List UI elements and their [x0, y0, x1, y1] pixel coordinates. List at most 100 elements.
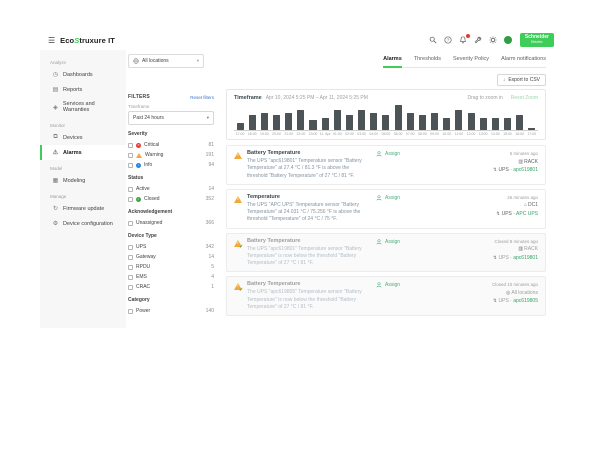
tab-alarms[interactable]: Alarms — [383, 56, 402, 64]
checkbox[interactable] — [128, 221, 133, 226]
hamburger-menu-icon[interactable]: ☰ — [48, 36, 55, 45]
chart-bar — [297, 110, 304, 130]
timeframe-title: Timeframe — [234, 95, 262, 101]
checkbox[interactable] — [128, 143, 133, 148]
filter-group-label: Category — [128, 297, 214, 303]
checkbox[interactable] — [128, 153, 133, 158]
alarm-description: The UPS "apc619801" Temperature sensor "… — [247, 246, 376, 268]
chart-bar — [480, 118, 487, 131]
chart-bar-slot — [526, 105, 538, 130]
assign-button[interactable]: Assign — [376, 150, 438, 157]
alarm-card[interactable]: !✓Battery TemperatureThe UPS "apc619801"… — [226, 233, 546, 273]
chart-bar-slot — [380, 105, 392, 130]
alarm-card[interactable]: !✓Battery TemperatureThe UPS "apc619805"… — [226, 276, 546, 316]
sidebar-section-label: Analyze — [50, 60, 126, 65]
person-icon — [376, 239, 382, 245]
x-axis-tick-label: 19:00 — [258, 132, 270, 136]
chart-bar — [528, 128, 535, 131]
sidebar-item-alarms[interactable]: ⚠Alarms — [40, 145, 126, 160]
sidebar-item-label: Reports — [63, 87, 82, 93]
alarm-description: The UPS "apc619805" Temperature sensor "… — [247, 289, 376, 311]
alarm-location[interactable]: ▥RACK — [438, 158, 538, 167]
export-csv-button[interactable]: ↓ Export to CSV — [497, 74, 546, 86]
checkbox[interactable] — [128, 245, 133, 250]
warning-icon — [136, 153, 142, 158]
device-link[interactable]: apc619805 — [513, 298, 538, 304]
tab-alarm-notifications[interactable]: Alarm notifications — [501, 56, 546, 64]
reset-zoom-button[interactable]: Reset Zoom — [511, 95, 538, 101]
reports-icon: ▤ — [52, 86, 59, 93]
checkbox[interactable] — [128, 309, 133, 314]
filter-option-count: 140 — [206, 308, 214, 314]
chart-bar — [346, 115, 353, 130]
rack-icon: ▥ — [518, 246, 523, 252]
timeframe-select[interactable]: Past 24 hours ▾ — [128, 111, 214, 125]
filter-group-label: Device Type — [128, 233, 214, 239]
timeframe-chart-card: Timeframe Apr 10, 2024 5:25 PM – Apr 11,… — [226, 89, 546, 140]
sidebar-item-device-configuration[interactable]: ⚙Device configuration — [40, 216, 126, 231]
chart-bar — [431, 113, 438, 131]
checkbox[interactable] — [128, 285, 133, 290]
checkbox[interactable] — [128, 197, 133, 202]
search-icon[interactable] — [429, 36, 438, 45]
chart-bar — [382, 115, 389, 130]
checkbox[interactable] — [128, 265, 133, 270]
main-area: All locations ▾ Alarms Thresholds Severity… — [126, 50, 560, 328]
sidebar-item-firmware-update[interactable]: ↻Firmware update — [40, 201, 126, 216]
alarm-description: The UPS "APC UPS" Temperature sensor "Ba… — [247, 202, 376, 224]
tab-severity-policy[interactable]: Severity Policy — [453, 56, 489, 64]
alarm-device: ↯ UPS · apc619801 — [438, 254, 538, 263]
ups-icon: ↯ — [493, 255, 497, 261]
checkbox[interactable] — [128, 163, 133, 168]
notifications-bell-icon[interactable] — [459, 36, 468, 45]
assign-button[interactable]: Assign — [376, 194, 438, 201]
tab-thresholds[interactable]: Thresholds — [414, 56, 441, 64]
alarm-location[interactable]: ◎All locations — [438, 289, 538, 298]
alarm-card[interactable]: !Battery TemperatureThe UPS "apc619801" … — [226, 145, 546, 185]
timeframe-range: Apr 10, 2024 5:25 PM – Apr 11, 2024 5:25… — [266, 95, 368, 101]
alarm-title: Battery Temperature — [247, 281, 376, 287]
chart-bar — [395, 105, 402, 130]
alarm-location[interactable]: ▥RACK — [438, 245, 538, 254]
filter-option-label: UPS — [136, 244, 146, 250]
settings-gear-icon[interactable] — [489, 36, 498, 45]
checkbox[interactable] — [128, 275, 133, 280]
device-link[interactable]: apc619801 — [513, 255, 538, 261]
chart-bar-slot — [307, 105, 319, 130]
checkbox[interactable] — [128, 187, 133, 192]
reset-filters-link[interactable]: Reset filters — [190, 95, 214, 100]
sidebar-item-devices[interactable]: ⧉Devices — [40, 130, 126, 145]
modeling-icon: ▦ — [52, 177, 59, 184]
filter-group-label: Severity — [128, 131, 214, 137]
assign-button[interactable]: Assign — [376, 281, 438, 288]
chart-bar — [443, 118, 450, 131]
sidebar-item-modeling[interactable]: ▦Modeling — [40, 173, 126, 188]
alarm-time: 26 minutes ago — [438, 194, 538, 202]
sidebar-item-reports[interactable]: ▤ Reports — [40, 82, 126, 97]
chart-bar-slot — [234, 105, 246, 130]
timeframe-filter-label: Timeframe — [128, 104, 214, 109]
filter-option-count: 14 — [208, 186, 214, 192]
chart-bar — [516, 115, 523, 130]
sidebar-item-services-and-warranties[interactable]: ◈Services and Warranties — [40, 97, 126, 117]
wrench-icon[interactable] — [474, 36, 483, 45]
alarm-warning-icon: ! — [234, 150, 247, 159]
device-link[interactable]: apc619801 — [513, 167, 538, 173]
alarm-histogram[interactable]: 17:0018:0019:0020:0021:0022:0023:0011. A… — [234, 105, 538, 136]
filter-option-label: Unassigned — [136, 220, 162, 226]
alarm-card[interactable]: !TemperatureThe UPS "APC UPS" Temperatur… — [226, 189, 546, 229]
chevron-down-icon: ▾ — [197, 58, 199, 64]
alarm-location[interactable]: ⌂DC1 — [438, 201, 538, 210]
filter-option-rpdu: RPDU5 — [128, 262, 214, 272]
location-filter-dropdown[interactable]: All locations ▾ — [128, 54, 204, 68]
sidebar-item-dashboards[interactable]: ◷Dashboards — [40, 67, 126, 82]
assign-button[interactable]: Assign — [376, 238, 438, 245]
user-avatar[interactable] — [504, 36, 512, 44]
all-locations-icon: ◎ — [506, 290, 510, 296]
filter-group-label: Status — [128, 175, 214, 181]
alarm-title: Battery Temperature — [247, 238, 376, 244]
filter-option-label: Warning — [145, 152, 163, 158]
help-icon[interactable]: ? — [444, 36, 453, 45]
device-link[interactable]: APC UPS — [516, 211, 538, 217]
checkbox[interactable] — [128, 255, 133, 260]
